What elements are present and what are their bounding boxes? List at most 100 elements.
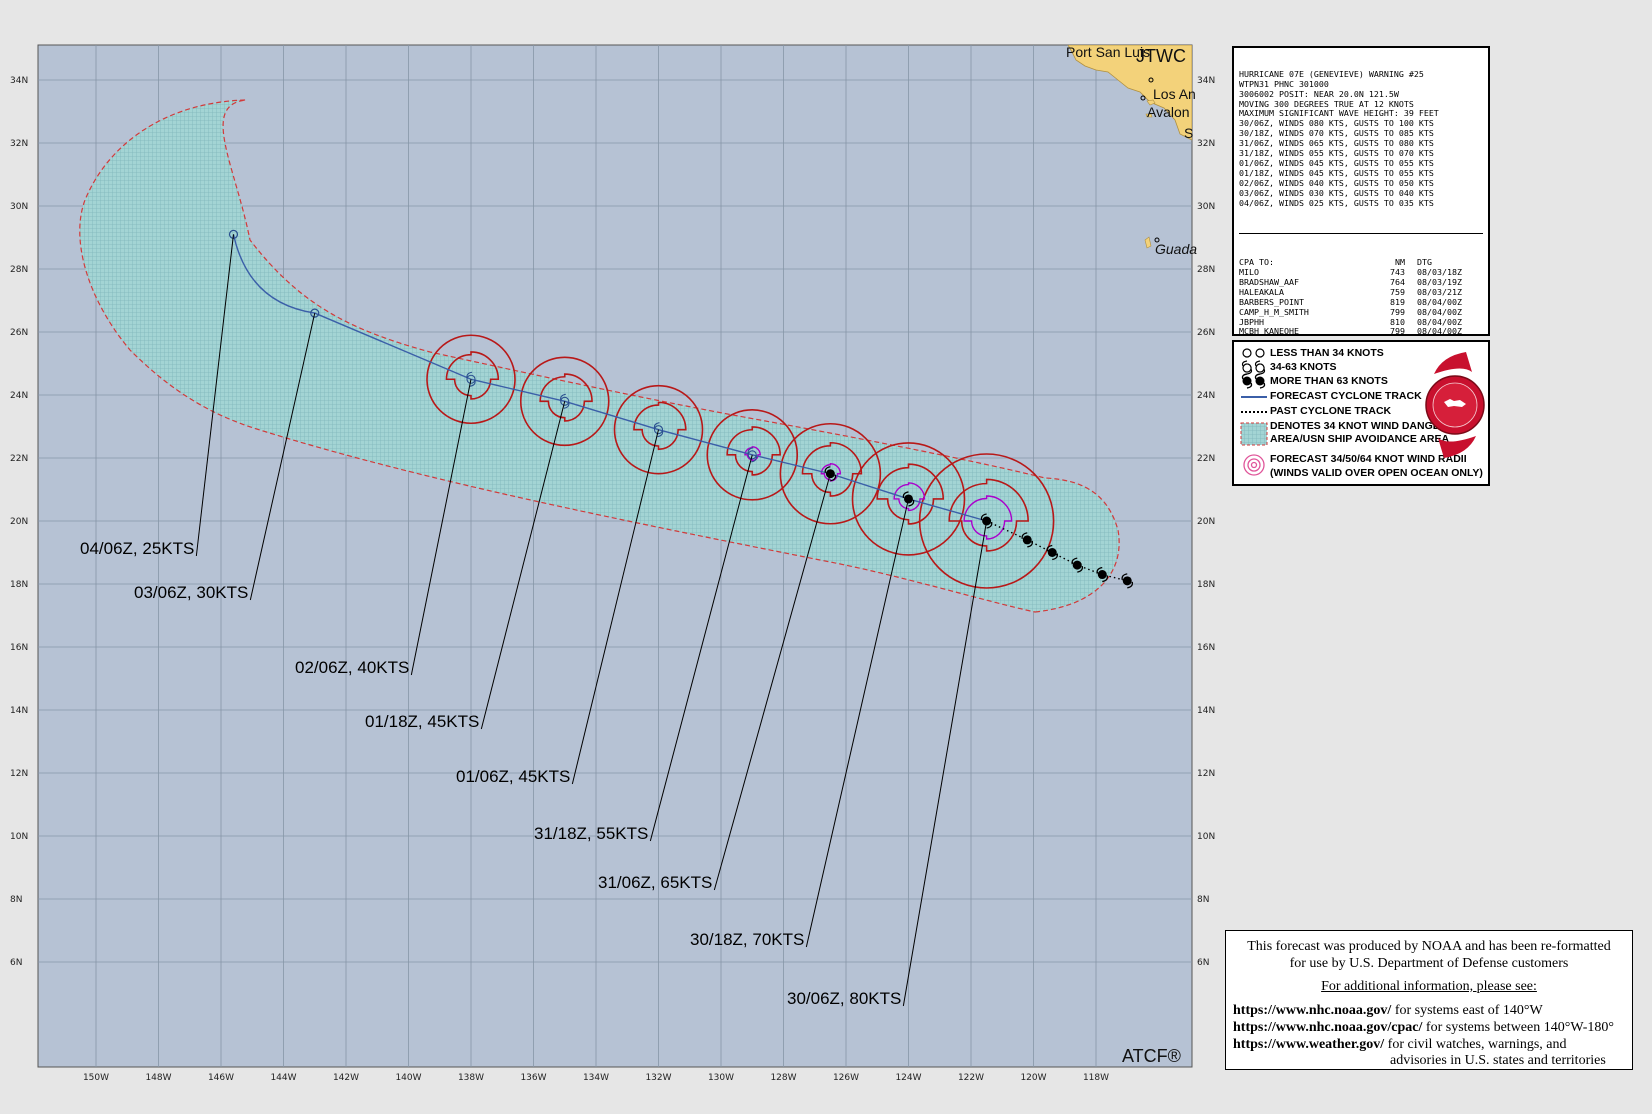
lat-tick-right: 6N [1197,958,1209,968]
lat-tick-right: 26N [1197,328,1215,338]
forecast-label: 31/06Z, 65KTS [598,873,712,892]
lat-tick-left: 14N [10,706,28,716]
lat-tick-right: 30N [1197,202,1215,212]
lat-tick-right: 14N [1197,706,1215,716]
lat-tick-right: 20N [1197,517,1215,527]
warning-header: HURRICANE 07E (GENEVIEVE) WARNING #25 WTP… [1239,69,1483,209]
disclaimer-line-2: for use by U.S. Department of Defense cu… [1289,956,1569,971]
place-los-angeles: Los An [1153,86,1196,102]
lat-tick-right: 34N [1197,76,1215,86]
lat-tick-right: 32N [1197,139,1215,149]
link-weather-gov[interactable]: https://www.weather.gov/ [1233,1037,1384,1052]
forecast-label: 30/18Z, 70KTS [690,930,804,949]
link-weather-gov-desc-2: advisories in U.S. states and territorie… [1390,1053,1606,1068]
past-position [1072,560,1082,570]
lon-tick: 120W [1020,1073,1046,1083]
lon-tick: 118W [1083,1073,1109,1083]
forecast-label: 02/06Z, 40KTS [295,658,409,677]
past-position [1047,548,1057,557]
atcf-tag: ATCF® [1122,1046,1181,1066]
disclaimer-line-3: For additional information, please see: [1321,979,1537,994]
lon-tick: 124W [895,1073,921,1083]
more-than-63-icon [1241,373,1266,389]
lat-tick-left: 34N [10,76,28,86]
lon-tick: 134W [583,1073,609,1083]
lat-tick-left: 22N [10,454,28,464]
place-s: S [1184,125,1193,141]
link-cpac[interactable]: https://www.nhc.noaa.gov/cpac/ [1233,1020,1422,1035]
legend-panel: LESS THAN 34 KNOTS 34-63 KNOTS MORE THAN… [1232,340,1490,486]
forecast-track-icon [1241,396,1267,398]
legend-less-than-34: LESS THAN 34 KNOTS [1270,347,1384,359]
disclaimer-panel: This forecast was produced by NOAA and h… [1225,930,1633,1070]
lat-tick-left: 26N [10,328,28,338]
lat-tick-left: 20N [10,517,28,527]
lat-tick-right: 12N [1197,769,1215,779]
legend-34-63: 34-63 KNOTS [1270,361,1337,373]
lon-tick: 132W [645,1073,671,1083]
legend-danger-area-1: DENOTES 34 KNOT WIND DANGER [1270,420,1448,432]
warning-line: 04/06Z, WINDS 025 KTS, GUSTS TO 035 KTS [1239,197,1434,208]
legend-wind-radii-2: (WINDS VALID OVER OPEN OCEAN ONLY) [1270,467,1483,479]
lat-tick-left: 18N [10,580,28,590]
lat-tick-right: 24N [1197,391,1215,401]
place-guadalupe: Guada [1155,241,1197,257]
lat-tick-right: 22N [1197,454,1215,464]
divider [1239,233,1483,235]
place-avalon: Avalon [1147,104,1190,120]
lat-tick-right: 18N [1197,580,1215,590]
lon-tick: 142W [333,1073,359,1083]
lon-tick: 140W [395,1073,421,1083]
link-nhc-desc: for systems east of 140°W [1394,1003,1543,1018]
lat-tick-left: 10N [10,832,28,842]
lon-tick: 136W [520,1073,546,1083]
lon-tick: 150W [83,1073,109,1083]
past-position [1097,570,1107,580]
cpa-nm: 799 [1390,326,1405,336]
lat-tick-left: 30N [10,202,28,212]
less-than-34-icon [1242,348,1265,358]
link-cpac-desc: for systems between 140°W-180° [1425,1020,1615,1035]
danger-area-icon [1240,422,1268,446]
forecast-label: 31/18Z, 55KTS [534,824,648,843]
lon-tick: 122W [958,1073,984,1083]
lat-tick-right: 10N [1197,832,1215,842]
jtwc-seal-icon [1425,352,1485,458]
cpa-table: CPA TO: NM DTG MILO 743 08/03/18Z BRADSHAW_… [1239,257,1462,336]
forecast-label: 01/18Z, 45KTS [365,712,479,731]
disclaimer-line-1: This forecast was produced by NOAA and h… [1247,939,1611,954]
past-position [1022,535,1032,545]
lat-tick-left: 12N [10,769,28,779]
link-weather-gov-desc: for civil watches, warnings, and [1387,1037,1567,1052]
legend-past-track: PAST CYCLONE TRACK [1270,405,1392,417]
lon-tick: 146W [208,1073,234,1083]
forecast-label: 30/06Z, 80KTS [787,989,901,1008]
warning-panel: HURRICANE 07E (GENEVIEVE) WARNING #25 WTP… [1232,46,1490,336]
legend-more-than-63: MORE THAN 63 KNOTS [1270,375,1388,387]
lat-tick-right: 16N [1197,643,1215,653]
lat-tick-left: 8N [10,895,22,905]
lon-tick: 148W [145,1073,171,1083]
lon-tick: 138W [458,1073,484,1083]
lat-tick-left: 28N [10,265,28,275]
forecast-label: 01/06Z, 45KTS [456,767,570,786]
legend-forecast-track: FORECAST CYCLONE TRACK [1270,390,1422,402]
cpa-dtg: 08/04/00Z [1417,326,1462,336]
lat-tick-left: 16N [10,643,28,653]
lat-tick-right: 8N [1197,895,1209,905]
past-position [1122,576,1132,586]
lat-tick-left: 32N [10,139,28,149]
lon-tick: 144W [270,1073,296,1083]
wind-radii-icon [1243,454,1265,476]
lon-tick: 130W [708,1073,734,1083]
forecast-label: 04/06Z, 25KTS [80,539,194,558]
lat-tick-left: 6N [10,958,22,968]
lon-tick: 126W [833,1073,859,1083]
link-nhc[interactable]: https://www.nhc.noaa.gov/ [1233,1003,1391,1018]
lat-tick-left: 24N [10,391,28,401]
agency-tag: JTWC [1136,46,1186,66]
lat-tick-right: 28N [1197,265,1215,275]
past-track-icon [1241,411,1267,413]
forecast-label: 03/06Z, 30KTS [134,583,248,602]
cpa-row: MCBH_KANEOHE 799 08/04/00Z [1239,326,1462,336]
